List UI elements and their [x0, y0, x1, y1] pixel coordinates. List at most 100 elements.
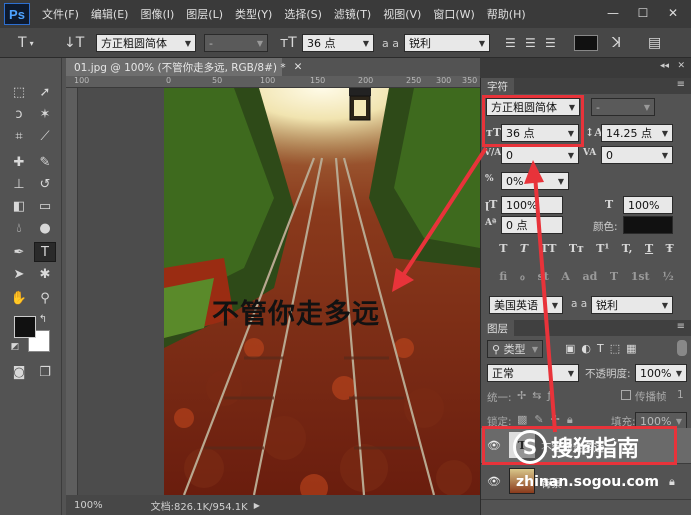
document-tab[interactable]: 01.jpg @ 100% (不管你走多远, RGB/8#) * ✕ [66, 58, 302, 76]
eraser-tool-icon[interactable]: ◧ [8, 196, 30, 216]
layer-filter-icons[interactable]: ▣◐T⬚▦ [565, 342, 643, 355]
discretionary-ligature-button[interactable]: st [538, 270, 549, 283]
close-icon[interactable]: ✕ [660, 4, 686, 22]
quick-mask-icon[interactable]: ◙ [8, 362, 30, 382]
titling-alternates-button[interactable]: T [610, 270, 618, 283]
fractions-button[interactable]: ½ [662, 270, 673, 283]
hand-tool-icon[interactable]: ✋ [8, 288, 30, 308]
unify-icons[interactable]: ✢⇆ƒ [517, 389, 557, 402]
blur-tool-icon[interactable]: 💧︎ [8, 218, 30, 238]
panels-toggle-icon[interactable]: ▤ [648, 33, 661, 53]
proportional-spacing-select[interactable]: 0% ▼ [501, 172, 569, 190]
vertical-scale-input[interactable]: 100% [501, 196, 563, 214]
ligature-button[interactable]: fi [499, 270, 507, 283]
panel-menu-icon[interactable]: ✕ [677, 61, 685, 71]
type-tool-icon[interactable]: T [34, 242, 56, 262]
contextual-alternates-button[interactable]: ℴ [520, 270, 525, 283]
gradient-tool-icon[interactable]: ▭ [34, 196, 56, 216]
menu-image[interactable]: 图像(I) [134, 6, 180, 22]
panel-antialias-select[interactable]: 锐利 ▼ [591, 296, 673, 314]
visibility-eye-icon[interactable]: 👁︎ [487, 475, 501, 488]
small-caps-button[interactable]: Tт [569, 242, 584, 255]
character-color-swatch[interactable] [623, 216, 673, 234]
language-select[interactable]: 美国英语 ▼ [489, 296, 563, 314]
menu-select[interactable]: 选择(S) [278, 6, 328, 22]
close-document-icon[interactable]: ✕ [294, 61, 303, 73]
menu-help[interactable]: 帮助(H) [481, 6, 532, 22]
layer-filter-select[interactable]: ⚲ 类型 ▼ [487, 340, 543, 358]
panel-font-style-select[interactable]: - ▼ [591, 98, 655, 116]
healing-brush-tool-icon[interactable]: ✚ [8, 152, 30, 172]
vertical-scale-icon: ꞁT [485, 198, 498, 211]
align-right-icon[interactable]: ☰ [545, 33, 556, 53]
horizontal-scale-input[interactable]: 100% [623, 196, 673, 214]
align-center-icon[interactable]: ☰ [525, 33, 536, 53]
brush-tool-icon[interactable]: ✎ [34, 152, 56, 172]
layers-panel-menu-icon[interactable]: ≡ [677, 321, 685, 332]
filter-toggle[interactable] [677, 340, 687, 356]
font-family-select[interactable]: 方正粗圆简体 ▼ [96, 34, 196, 52]
underline-button[interactable]: T [645, 242, 653, 255]
tab-character[interactable]: 字符 [481, 78, 514, 94]
menu-view[interactable]: 视图(V) [377, 6, 427, 22]
document-canvas[interactable]: 不管你走多远 [164, 88, 480, 495]
menu-edit[interactable]: 编辑(E) [85, 6, 135, 22]
menu-filter[interactable]: 滤镜(T) [328, 6, 377, 22]
move-tool-icon[interactable]: ➚ [34, 82, 56, 102]
subscript-button[interactable]: T, [622, 242, 633, 255]
clone-stamp-tool-icon[interactable]: ⊥ [8, 174, 30, 194]
toggle-orientation-icon[interactable]: ↓T [64, 33, 84, 53]
zoom-level[interactable]: 100% [74, 500, 103, 511]
shape-tool-icon[interactable]: ✱ [34, 264, 56, 284]
canvas-text-layer[interactable]: 不管你走多远 [212, 292, 380, 331]
pen-tool-icon[interactable]: ✒ [8, 242, 30, 262]
minimize-icon[interactable]: — [600, 4, 626, 22]
magic-wand-tool-icon[interactable]: ✶ [34, 104, 56, 124]
faux-italic-button[interactable]: T [520, 242, 528, 255]
screen-mode-icon[interactable]: ❐ [34, 362, 56, 382]
all-caps-button[interactable]: TT [540, 242, 556, 255]
ordinals-button[interactable]: 1st [631, 270, 650, 283]
history-brush-tool-icon[interactable]: ↺ [34, 174, 56, 194]
menu-file[interactable]: 文件(F) [36, 6, 85, 22]
marquee-tool-icon[interactable]: ⬚ [8, 82, 30, 102]
ruler-label: 150 [310, 76, 326, 85]
antialias-select[interactable]: 锐利 ▼ [404, 34, 490, 52]
faux-bold-button[interactable]: T [499, 242, 507, 255]
foreground-color-swatch[interactable] [14, 316, 36, 338]
eyedropper-tool-icon[interactable]: ⟋ [34, 126, 56, 146]
align-left-icon[interactable]: ☰ [505, 33, 516, 53]
menu-window[interactable]: 窗口(W) [427, 6, 480, 22]
kerning-select[interactable]: 0 ▼ [501, 146, 579, 164]
leading-select[interactable]: 14.25 点 ▼ [601, 124, 673, 142]
opacity-input[interactable]: 100% ▼ [635, 364, 687, 382]
maximize-icon[interactable]: ☐ [630, 4, 656, 22]
tab-layers[interactable]: 图层 [481, 320, 514, 336]
warp-text-icon[interactable]: ꓘ [612, 33, 621, 53]
strikethrough-button[interactable]: Ŧ [666, 242, 674, 255]
text-color-swatch[interactable] [574, 33, 598, 53]
type-tool-preset-icon[interactable]: T ▾ [18, 33, 34, 53]
propagate-checkbox[interactable] [621, 390, 631, 400]
dodge-tool-icon[interactable]: ● [34, 218, 56, 238]
status-menu-icon[interactable]: ▶ [254, 501, 260, 510]
lasso-tool-icon[interactable]: ↄ [8, 104, 30, 124]
menu-layer[interactable]: 图层(L) [180, 6, 229, 22]
blend-mode-select[interactable]: 正常 ▼ [487, 364, 579, 382]
zoom-tool-icon[interactable]: ⚲ [34, 288, 56, 308]
default-colors-icon[interactable]: ◩ [8, 340, 22, 354]
collapse-panels-icon[interactable]: ◂◂ [660, 61, 669, 71]
swap-colors-icon[interactable]: ↰ [36, 312, 50, 326]
character-panel-menu-icon[interactable]: ≡ [677, 79, 685, 90]
font-style-select[interactable]: - ▼ [204, 34, 268, 52]
path-selection-tool-icon[interactable]: ➤ [8, 264, 30, 284]
tracking-select[interactable]: 0 ▼ [601, 146, 673, 164]
crop-tool-icon[interactable]: ⌗ [8, 126, 30, 146]
lock-icons[interactable]: ▩✎✢🔒︎ [517, 413, 580, 427]
swash-button[interactable]: A [561, 270, 570, 283]
menu-type[interactable]: 类型(Y) [229, 6, 278, 22]
font-size-select[interactable]: 36 点 ▼ [302, 34, 374, 52]
stylistic-alternates-button[interactable]: ad [583, 270, 598, 283]
superscript-button[interactable]: T¹ [596, 242, 609, 255]
baseline-shift-input[interactable]: 0 点 [501, 216, 563, 234]
